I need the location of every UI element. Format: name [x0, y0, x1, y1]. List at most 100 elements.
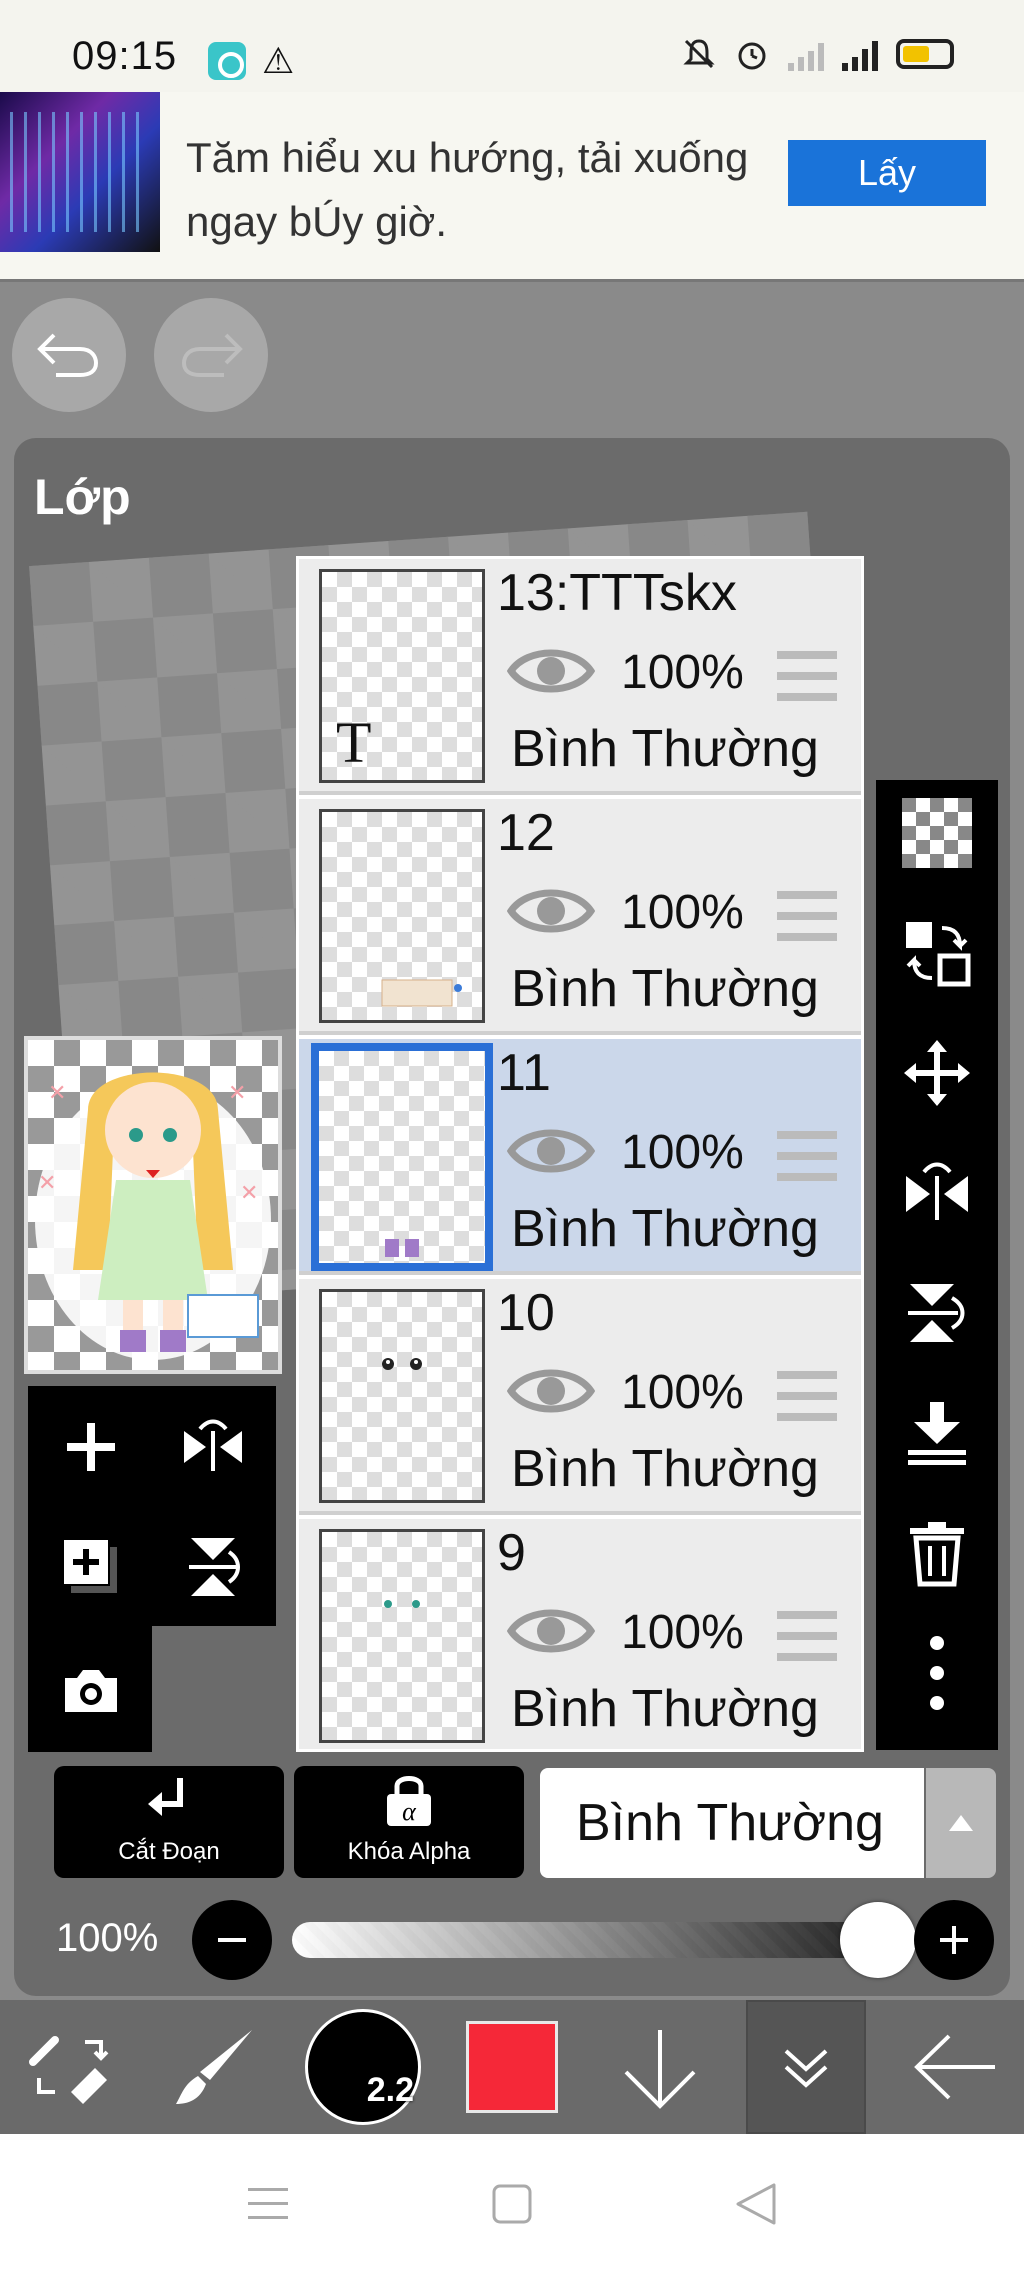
blend-mode-dropdown-button[interactable] [926, 1768, 996, 1878]
opacity-increase-button[interactable] [914, 1900, 994, 1980]
canvas-preview[interactable]: ✕ ✕ ✕ ✕ [24, 1036, 282, 1374]
visibility-eye-icon[interactable] [507, 1361, 595, 1421]
eraser-swap-icon [29, 2036, 109, 2104]
back-button[interactable] [904, 2000, 1004, 2134]
lock-alpha-icon: α [387, 1776, 431, 1826]
battery-icon [896, 39, 954, 69]
menu-nav-button[interactable] [238, 2174, 298, 2234]
status-time: 09:15 [72, 34, 178, 78]
flip-horizontal-button[interactable] [158, 1392, 268, 1502]
more-options-button[interactable] [894, 1630, 980, 1716]
add-layer-button[interactable] [36, 1392, 146, 1502]
mute-icon [683, 39, 715, 69]
system-nav-bar [0, 2134, 1024, 2275]
brush-size-button[interactable]: 2.2 [302, 2000, 424, 2134]
opacity-decrease-button[interactable] [192, 1900, 272, 1980]
opacity-slider[interactable] [292, 1922, 908, 1958]
trash-icon [910, 1522, 964, 1587]
ad-text[interactable]: Tăm hiểu xu hướng, tải xuống ngay bÚy gi… [186, 126, 786, 254]
visibility-eye-icon[interactable] [507, 1601, 595, 1661]
alpha-lock-button[interactable]: α Khóa Alpha [294, 1766, 524, 1878]
undo-button[interactable] [12, 298, 126, 412]
flip-vertical-button[interactable] [158, 1512, 268, 1622]
layer-name: 11 [497, 1044, 551, 1102]
flip-layer-horizontal-button[interactable] [894, 1150, 980, 1236]
back-nav-button[interactable] [726, 2174, 786, 2234]
drag-handle-icon[interactable] [777, 891, 837, 941]
svg-text:✕: ✕ [48, 1080, 66, 1105]
warning-icon: ⚠ [262, 40, 295, 81]
redo-button[interactable] [154, 298, 268, 412]
move-button[interactable] [894, 1030, 980, 1116]
more-vertical-icon [930, 1636, 944, 1710]
svg-text:✕: ✕ [240, 1180, 258, 1205]
drag-handle-icon[interactable] [777, 651, 837, 701]
opacity-slider-thumb[interactable] [840, 1902, 916, 1978]
add-layer-copy-button[interactable] [36, 1512, 146, 1622]
layer-thumbnail[interactable] [319, 1529, 485, 1743]
scroll-down-button[interactable] [610, 2000, 710, 2134]
merge-down-icon [908, 1402, 966, 1465]
character-artwork: ✕ ✕ ✕ ✕ [35, 1072, 271, 1360]
flip-vertical-icon [189, 1538, 240, 1596]
text-layer-glyph: T [336, 710, 372, 775]
redo-icon [181, 333, 243, 377]
layer-thumbnail[interactable] [319, 809, 485, 1023]
left-tools [28, 1386, 276, 1752]
flip-horizontal-icon [906, 1162, 968, 1220]
layer-name: 12 [497, 804, 555, 862]
layer-row[interactable]: 12 100% Bình Thường [299, 799, 861, 1035]
ad-banner[interactable]: Tăm hiểu xu hướng, tải xuống ngay bÚy gi… [0, 92, 1024, 282]
brush-icon [176, 2030, 252, 2104]
layer-thumbnail[interactable] [319, 1289, 485, 1503]
flip-horizontal-icon [184, 1419, 242, 1471]
layer-content [384, 1600, 420, 1608]
layer-panel-toggle-button[interactable] [746, 2000, 866, 2134]
transparent-fill-button[interactable] [894, 790, 980, 876]
4g-signal-icon [842, 37, 878, 71]
select-layer-button[interactable] [894, 910, 980, 996]
layer-row[interactable]: T 13:TTTskx 100% Bình Thường [299, 559, 861, 795]
minus-icon [218, 1938, 246, 1942]
blend-mode-select[interactable]: Bình Thường [540, 1768, 924, 1878]
svg-text:α: α [402, 1797, 417, 1826]
flip-layer-vertical-button[interactable] [894, 1270, 980, 1356]
layer-content [381, 979, 462, 1007]
tool-select-button[interactable] [20, 2000, 120, 2134]
ad-thumbnail[interactable] [0, 92, 160, 252]
home-nav-button[interactable] [482, 2174, 542, 2234]
visibility-eye-icon[interactable] [507, 1121, 595, 1181]
status-bar: 09:15 ⚠ [0, 0, 1024, 92]
layer-opacity: 100% [621, 1126, 744, 1179]
layer-thumbnail[interactable] [311, 1043, 493, 1271]
brush-tool-button[interactable] [160, 2000, 270, 2134]
clipping-button[interactable]: Cắt Đoạn [54, 1766, 284, 1878]
layer-thumbnail[interactable]: T [319, 569, 485, 783]
drag-handle-icon[interactable] [777, 1371, 837, 1421]
layer-opacity: 100% [621, 1606, 744, 1659]
clip-arrow-icon [148, 1778, 183, 1816]
visibility-eye-icon[interactable] [507, 881, 595, 941]
camera-button[interactable] [36, 1636, 146, 1746]
brush-size-indicator[interactable]: 2.2 [305, 2009, 421, 2125]
move-icon [904, 1040, 970, 1106]
layer-opacity: 100% [621, 1366, 744, 1419]
plus-icon [940, 1926, 968, 1954]
visibility-eye-icon[interactable] [507, 641, 595, 701]
merge-down-button[interactable] [894, 1390, 980, 1476]
ad-get-button[interactable]: Lấy [788, 140, 986, 206]
current-color-swatch[interactable] [466, 2021, 558, 2113]
drag-handle-icon[interactable] [777, 1131, 837, 1181]
swap-select-icon [906, 922, 971, 987]
layer-opacity: 100% [621, 886, 744, 939]
layer-row[interactable]: 9 100% Bình Thường [299, 1519, 861, 1749]
panel-title: Lớp [34, 469, 131, 525]
layer-blend-mode: Bình Thường [511, 1440, 819, 1498]
drag-handle-icon[interactable] [777, 1611, 837, 1661]
delete-layer-button[interactable] [894, 1510, 980, 1596]
layer-row-selected[interactable]: 11 100% Bình Thường [299, 1039, 861, 1275]
layers-list[interactable]: T 13:TTTskx 100% Bình Thường 12 100% Bìn… [296, 556, 864, 1752]
color-picker-button[interactable] [462, 2000, 562, 2134]
layer-row[interactable]: 10 100% Bình Thường [299, 1279, 861, 1515]
right-tools [876, 780, 998, 1750]
